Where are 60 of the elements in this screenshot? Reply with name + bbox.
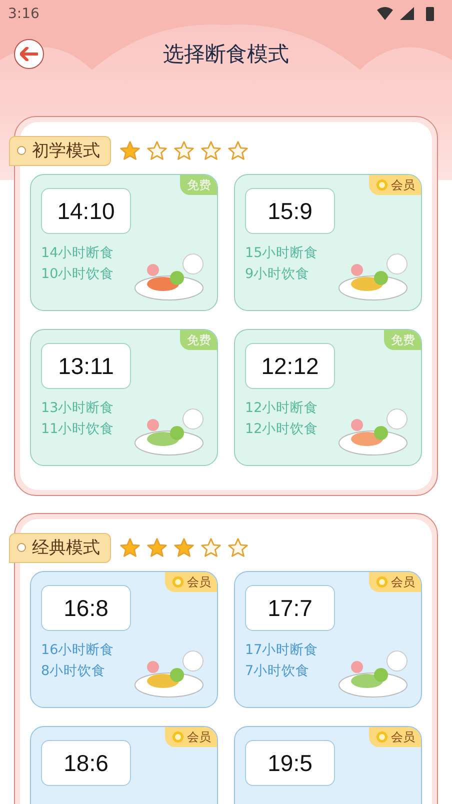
coin-icon <box>172 731 184 743</box>
fasting-hours: 12小时断食 <box>245 399 320 418</box>
fasting-hours: 14小时断食 <box>41 244 116 263</box>
plan-card[interactable]: 会员 16:8 16小时断食 8小时饮食 <box>30 571 218 708</box>
wifi-icon <box>377 7 393 20</box>
plan-card[interactable]: 会员 15:9 15小时断食 9小时饮食 <box>234 174 422 311</box>
status-time: 3:16 <box>8 6 40 22</box>
coin-icon <box>376 731 388 743</box>
ratio-box: 19:5 <box>245 740 335 786</box>
eating-hours: 8小时饮食 <box>41 662 107 681</box>
empty-star-icon <box>227 537 249 559</box>
fasting-hours: 15小时断食 <box>245 244 320 263</box>
fasting-hours: 17小时断食 <box>245 641 320 660</box>
empty-star-icon <box>146 140 168 162</box>
empty-star-icon <box>200 140 222 162</box>
eating-hours: 7小时饮食 <box>245 662 311 681</box>
eating-hours: 11小时饮食 <box>41 420 116 439</box>
badge-label: 会员 <box>391 176 415 194</box>
plan-card[interactable]: 免费 14:10 14小时断食 10小时饮食 <box>30 174 218 311</box>
empty-star-icon <box>227 140 249 162</box>
ratio-box: 18:6 <box>41 740 131 786</box>
filled-star-icon <box>119 537 141 559</box>
page-title: 选择断食模式 <box>163 41 289 68</box>
mode-title-tag: 经典模式 <box>9 533 111 563</box>
plan-card[interactable]: 免费 13:11 13小时断食 11小时饮食 <box>30 329 218 466</box>
eating-hours: 9小时饮食 <box>245 265 311 284</box>
filled-star-icon <box>173 537 195 559</box>
back-arrow-icon <box>20 47 38 61</box>
ratio-box: 17:7 <box>245 585 335 631</box>
plan-card[interactable]: 会员 19:5 <box>234 726 422 804</box>
mode-title-tag: 初学模式 <box>9 136 111 166</box>
badge-label: 会员 <box>187 574 211 590</box>
coin-icon <box>172 576 184 588</box>
ratio-box: 13:11 <box>41 343 131 389</box>
ratio-box: 12:12 <box>245 343 335 389</box>
empty-star-icon <box>200 537 222 559</box>
fasting-hours: 13小时断食 <box>41 399 116 418</box>
battery-icon <box>426 7 434 21</box>
badge-label: 会员 <box>391 728 415 746</box>
plan-card[interactable]: 免费 12:12 12小时断食 12小时饮食 <box>234 329 422 466</box>
ratio-box: 14:10 <box>41 188 131 234</box>
plan-card[interactable]: 会员 18:6 <box>30 726 218 804</box>
badge-label: 免费 <box>187 176 211 194</box>
coin-icon <box>376 179 388 191</box>
back-button[interactable] <box>14 39 44 69</box>
filled-star-icon <box>119 140 141 162</box>
eating-hours: 12小时饮食 <box>245 420 320 439</box>
badge-label: 会员 <box>187 728 211 746</box>
badge-label: 免费 <box>187 332 211 348</box>
ratio-box: 16:8 <box>41 585 131 631</box>
filled-star-icon <box>146 537 168 559</box>
coin-icon <box>376 576 388 588</box>
signal-icon <box>400 7 414 20</box>
eating-hours: 10小时饮食 <box>41 265 116 284</box>
ratio-box: 15:9 <box>245 188 335 234</box>
fasting-hours: 16小时断食 <box>41 641 116 660</box>
badge-label: 会员 <box>391 574 415 590</box>
empty-star-icon <box>173 140 195 162</box>
plan-card[interactable]: 会员 17:7 17小时断食 7小时饮食 <box>234 571 422 708</box>
badge-label: 免费 <box>391 332 415 348</box>
